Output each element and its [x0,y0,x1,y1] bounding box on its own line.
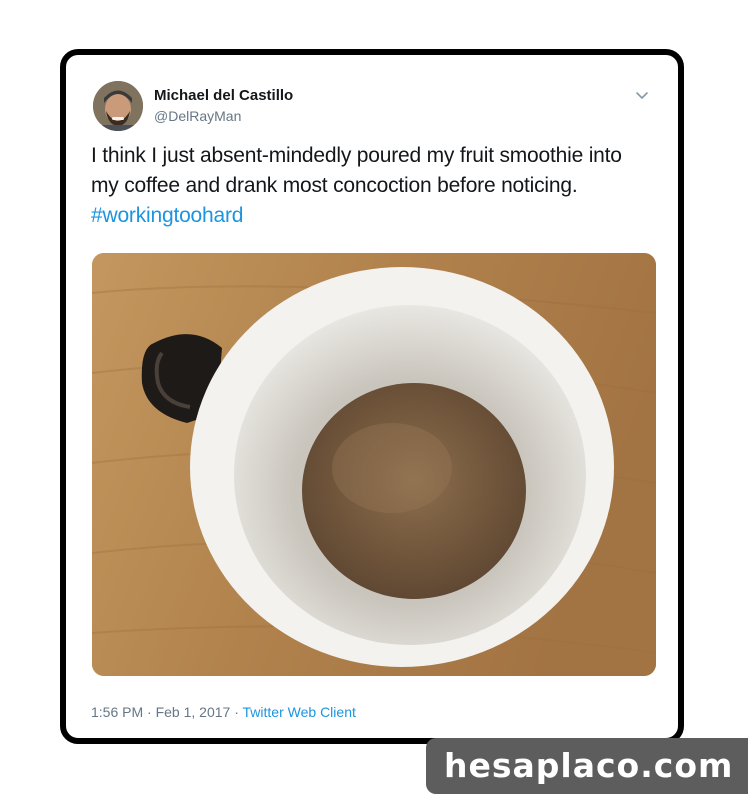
tweet-text: I think I just absent-mindedly poured my… [91,141,651,231]
client-link[interactable]: Twitter Web Client [243,704,356,720]
watermark-text: hesaplaco.com [444,746,734,785]
watermark-banner: hesaplaco.com [426,738,748,794]
tweet-time[interactable]: 1:56 PM [91,704,143,720]
author-name[interactable]: Michael del Castillo [154,87,293,104]
page: Michael del Castillo @DelRayMan I think … [0,0,748,800]
meta-separator: · [230,704,243,720]
tweet-card: Michael del Castillo @DelRayMan I think … [66,55,678,738]
tweet-body: I think I just absent-mindedly poured my… [91,144,622,197]
tweet-date[interactable]: Feb 1, 2017 [156,704,231,720]
meta-separator: · [143,704,156,720]
author-avatar[interactable] [93,81,143,131]
tweet-frame: Michael del Castillo @DelRayMan I think … [60,49,684,744]
tweet-meta: 1:56 PM · Feb 1, 2017 · Twitter Web Clie… [91,704,356,720]
avatar-image [93,81,143,131]
author-handle[interactable]: @DelRayMan [154,108,241,124]
tweet-photo[interactable] [92,253,656,676]
coffee-mug-photo [92,253,656,676]
chevron-down-icon[interactable] [632,85,652,105]
hashtag-link[interactable]: #workingtoohard [91,204,243,227]
